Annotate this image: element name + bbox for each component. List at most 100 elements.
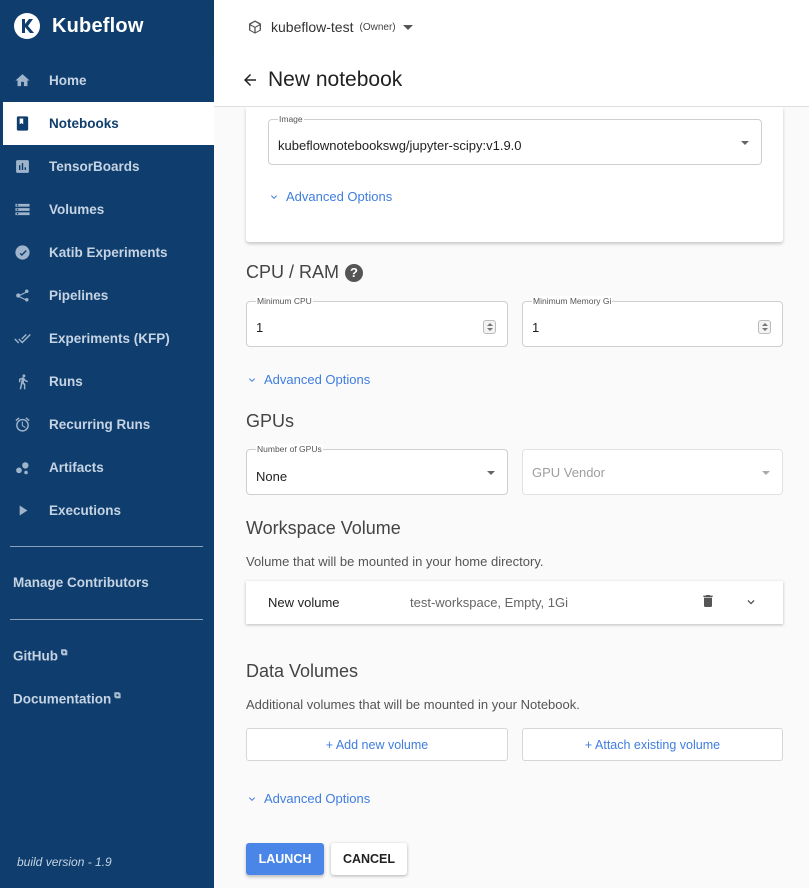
number-stepper[interactable] (483, 320, 496, 334)
documentation-label: Documentation (13, 691, 112, 707)
sidebar-item-executions[interactable]: Executions (0, 489, 214, 532)
sidebar-item-volumes[interactable]: Volumes (0, 188, 214, 231)
dropdown-arrow-icon (741, 141, 749, 145)
namespace-role: (Owner) (359, 21, 396, 33)
workspace-volume-title: Workspace Volume (246, 518, 401, 538)
num-gpus-select[interactable]: Number of GPUs None (246, 444, 508, 495)
image-select[interactable]: Image kubeflownotebookswg/jupyter-scipy:… (268, 114, 762, 165)
min-memory-value: 1 (532, 320, 540, 335)
storage-icon (13, 201, 31, 219)
advanced-options-toggle[interactable]: Advanced Options (246, 372, 370, 387)
volume-detail: test-workspace, Empty, 1Gi (410, 595, 568, 610)
add-new-volume-button[interactable]: + Add new volume (246, 728, 508, 761)
cpu-ram-heading: CPU / RAM (246, 262, 340, 282)
sidebar-item-recurring-runs[interactable]: Recurring Runs (0, 403, 214, 446)
sidebar-item-tensorboards[interactable]: TensorBoards (0, 145, 214, 188)
sidebar-item-notebooks[interactable]: Notebooks (0, 102, 214, 145)
chevron-down-icon (271, 194, 277, 199)
attach-existing-volume-button[interactable]: + Attach existing volume (522, 728, 783, 761)
workspace-volume-row[interactable]: New volume test-workspace, Empty, 1Gi (246, 581, 783, 624)
sidebar-item-label: Artifacts (49, 460, 104, 475)
sidebar-item-label: Recurring Runs (49, 417, 151, 432)
chart-icon (13, 158, 31, 176)
volume-name: New volume (268, 595, 340, 610)
sidebar-item-label: Executions (49, 503, 122, 518)
pipeline-icon (13, 287, 31, 305)
gpu-vendor-placeholder: GPU Vendor (532, 465, 605, 480)
min-cpu-field[interactable]: Minimum CPU 1 (246, 296, 508, 347)
page-header: New notebook (214, 54, 809, 107)
chevron-down-icon (249, 377, 255, 382)
min-memory-field[interactable]: Minimum Memory Gi 1 (522, 296, 783, 347)
top-bar: kubeflow-test (Owner) (214, 0, 809, 54)
notebook-icon (13, 115, 31, 133)
home-icon (13, 72, 31, 90)
github-link[interactable]: GitHub ⧉ (13, 647, 67, 664)
chevron-down-icon (402, 24, 413, 30)
gpu-vendor-select: GPU Vendor (522, 449, 783, 495)
dashboard-icon (13, 244, 31, 262)
image-card: Image kubeflownotebookswg/jupyter-scipy:… (246, 107, 783, 242)
trash-icon[interactable] (700, 592, 716, 610)
running-icon (13, 373, 31, 391)
play-icon (13, 502, 31, 520)
sidebar-divider (10, 546, 203, 547)
artifact-icon (13, 459, 31, 477)
min-memory-label: Minimum Memory Gi (532, 296, 613, 307)
min-cpu-label: Minimum CPU (256, 296, 313, 307)
cancel-button[interactable]: CANCEL (331, 843, 407, 875)
sidebar-item-label: Volumes (49, 202, 105, 217)
sidebar-item-label: Runs (49, 374, 83, 389)
page-title: New notebook (268, 68, 403, 91)
namespace-name: kubeflow-test (271, 19, 354, 35)
github-label: GitHub (13, 648, 58, 664)
advanced-options-label: Advanced Options (264, 791, 371, 806)
gpus-title: GPUs (246, 411, 295, 431)
kubeflow-logo-icon (14, 13, 40, 39)
number-stepper[interactable] (758, 320, 771, 334)
namespace-selector[interactable]: kubeflow-test (Owner) (247, 19, 413, 35)
num-gpus-label: Number of GPUs (256, 444, 323, 455)
advanced-options-label: Advanced Options (286, 189, 393, 204)
num-gpus-value: None (256, 469, 288, 484)
advanced-options-label: Advanced Options (264, 372, 371, 387)
sidebar-divider (10, 619, 203, 620)
advanced-options-toggle[interactable]: Advanced Options (268, 189, 392, 204)
brand[interactable]: Kubeflow (13, 11, 144, 41)
cube-icon (249, 20, 261, 34)
sidebar-item-label: Home (49, 73, 87, 88)
help-icon[interactable]: ? (345, 264, 364, 282)
external-link-icon: ⧉ (114, 690, 121, 700)
external-link-icon: ⧉ (61, 647, 68, 657)
build-version: build version - 1.9 (17, 855, 112, 869)
data-volumes-title: Data Volumes (246, 661, 359, 681)
image-value: kubeflownotebookswg/jupyter-scipy:v1.9.0 (278, 138, 522, 153)
advanced-options-toggle[interactable]: Advanced Options (246, 791, 370, 806)
manage-contributors-link[interactable]: Manage Contributors (13, 575, 149, 590)
dropdown-arrow-icon (487, 471, 495, 475)
sidebar-item-label: Pipelines (49, 288, 109, 303)
sidebar-item-runs[interactable]: Runs (0, 360, 214, 403)
alarm-icon (13, 416, 31, 434)
sidebar-item-artifacts[interactable]: Artifacts (0, 446, 214, 489)
data-volumes-description: Additional volumes that will be mounted … (246, 697, 580, 712)
documentation-link[interactable]: Documentation ⧉ (13, 690, 121, 707)
chevron-down-icon (249, 796, 255, 801)
sidebar-item-label: Experiments (KFP) (49, 331, 170, 346)
image-label: Image (278, 114, 304, 125)
sidebar-item-katib-experiments[interactable]: Katib Experiments (0, 231, 214, 274)
workspace-volume-description: Volume that will be mounted in your home… (246, 554, 544, 569)
sidebar-item-pipelines[interactable]: Pipelines (0, 274, 214, 317)
chevron-down-icon[interactable] (744, 595, 758, 609)
sidebar-item-experiments-kfp[interactable]: Experiments (KFP) (0, 317, 214, 360)
launch-button[interactable]: LAUNCH (246, 843, 324, 875)
cpu-ram-title: CPU / RAM? (246, 262, 364, 283)
sidebar-item-label: Notebooks (49, 116, 119, 131)
sidebar-nav: Home Notebooks TensorBoards Volumes Kati… (0, 59, 214, 532)
dropdown-arrow-icon (762, 471, 770, 475)
sidebar-item-label: TensorBoards (49, 159, 140, 174)
back-arrow-icon[interactable] (241, 71, 259, 89)
sidebar-item-home[interactable]: Home (0, 59, 214, 102)
min-cpu-value: 1 (256, 320, 264, 335)
done-all-icon (13, 330, 31, 348)
